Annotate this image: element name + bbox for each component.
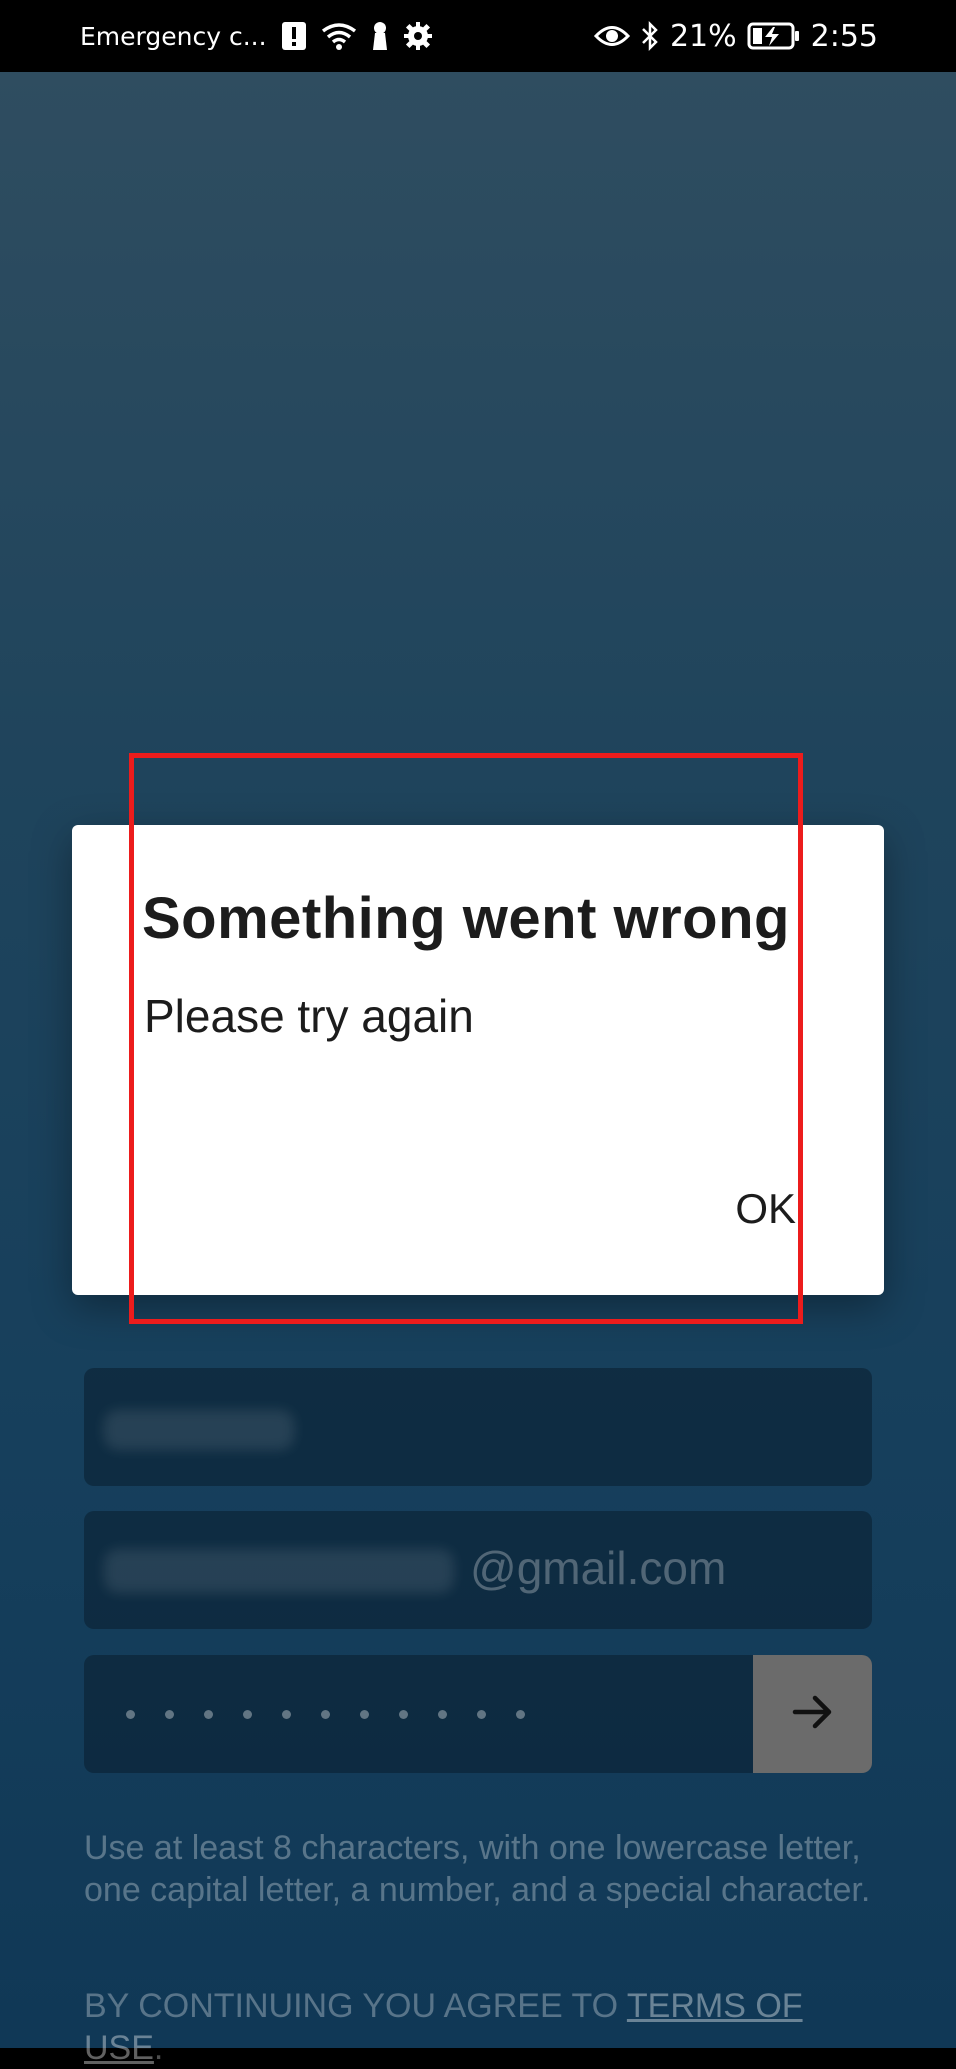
password-helper-text: Use at least 8 characters, with one lowe… — [84, 1829, 871, 1909]
password-mask-dot — [516, 1709, 525, 1719]
password-mask-dot — [360, 1709, 369, 1719]
status-bar-right: 21% 2:55 — [593, 0, 878, 72]
wifi-icon — [321, 19, 357, 53]
gear-icon — [403, 19, 433, 53]
carrier-label: Emergency c... — [80, 21, 267, 51]
password-mask-dot — [126, 1709, 135, 1719]
clock: 2:55 — [810, 18, 878, 54]
terms-suffix: . — [153, 2029, 164, 2067]
password-mask-dot — [243, 1709, 252, 1719]
ok-button[interactable]: OK — [735, 1185, 796, 1233]
terms-notice: BY CONTINUING YOU AGREE TO TERMS OF USE. — [84, 1985, 884, 2069]
terms-prefix: BY CONTINUING YOU AGREE TO — [84, 1987, 627, 2025]
email-domain: @gmail.com — [470, 1542, 727, 1594]
battery-charging-icon — [747, 19, 801, 53]
error-dialog: Something went wrong Please try again OK — [72, 825, 884, 1295]
dialog-title: Something went wrong — [142, 886, 790, 951]
password-mask-dot — [477, 1709, 486, 1719]
alert-icon — [281, 19, 307, 53]
password-mask-dot — [438, 1709, 447, 1719]
email-field[interactable]: @gmail.com — [84, 1511, 872, 1629]
password-mask-dot — [321, 1709, 330, 1719]
battery-percent: 21% — [669, 18, 737, 54]
password-field[interactable] — [84, 1655, 872, 1773]
redacted-email-local-part — [104, 1549, 454, 1593]
eye-icon — [593, 19, 630, 53]
password-mask-dot — [282, 1709, 291, 1719]
password-mask-dot — [399, 1709, 408, 1719]
name-field[interactable] — [84, 1368, 872, 1486]
bluetooth-icon — [640, 19, 660, 53]
password-mask-dot — [204, 1709, 213, 1719]
password-mask — [126, 1655, 525, 1773]
password-mask-dot — [165, 1709, 174, 1719]
dialog-message: Please try again — [144, 990, 474, 1042]
redacted-name — [104, 1410, 294, 1450]
arrow-right-icon — [789, 1688, 837, 1740]
keyhole-icon — [371, 19, 389, 53]
submit-button[interactable] — [753, 1655, 872, 1773]
status-bar: Emergency c... 21% 2:55 — [0, 0, 956, 72]
status-bar-left: Emergency c... — [80, 0, 433, 72]
